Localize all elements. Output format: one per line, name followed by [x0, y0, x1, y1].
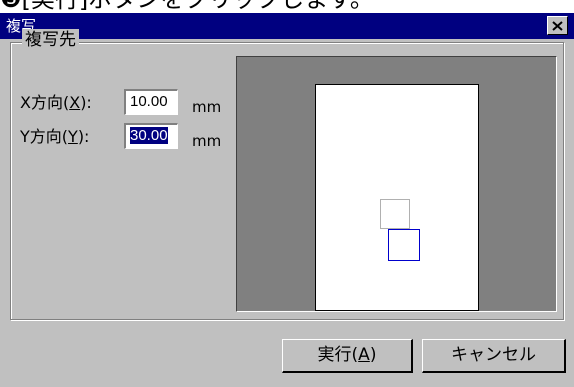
- instruction-caption: ❸[実行]ボタンをクリックします。: [0, 0, 574, 14]
- group-label: 複写先: [22, 29, 79, 51]
- execute-button[interactable]: 実行(A): [282, 339, 413, 373]
- original-shape: [380, 199, 410, 229]
- copy-preview: [236, 56, 557, 312]
- cancel-button[interactable]: キャンセル: [422, 339, 566, 373]
- preview-paper: [315, 84, 479, 311]
- x-direction-input[interactable]: 10.00: [124, 89, 178, 115]
- title-bar[interactable]: 複写: [0, 13, 574, 39]
- y-unit: mm: [192, 132, 222, 150]
- y-direction-input[interactable]: 30.00: [124, 123, 178, 149]
- copied-shape: [388, 229, 420, 261]
- close-button[interactable]: [547, 16, 568, 35]
- y-direction-label: Y方向(Y):: [20, 127, 90, 146]
- x-direction-label: X方向(X):: [20, 93, 92, 112]
- x-unit: mm: [192, 98, 222, 116]
- close-icon: [552, 20, 563, 31]
